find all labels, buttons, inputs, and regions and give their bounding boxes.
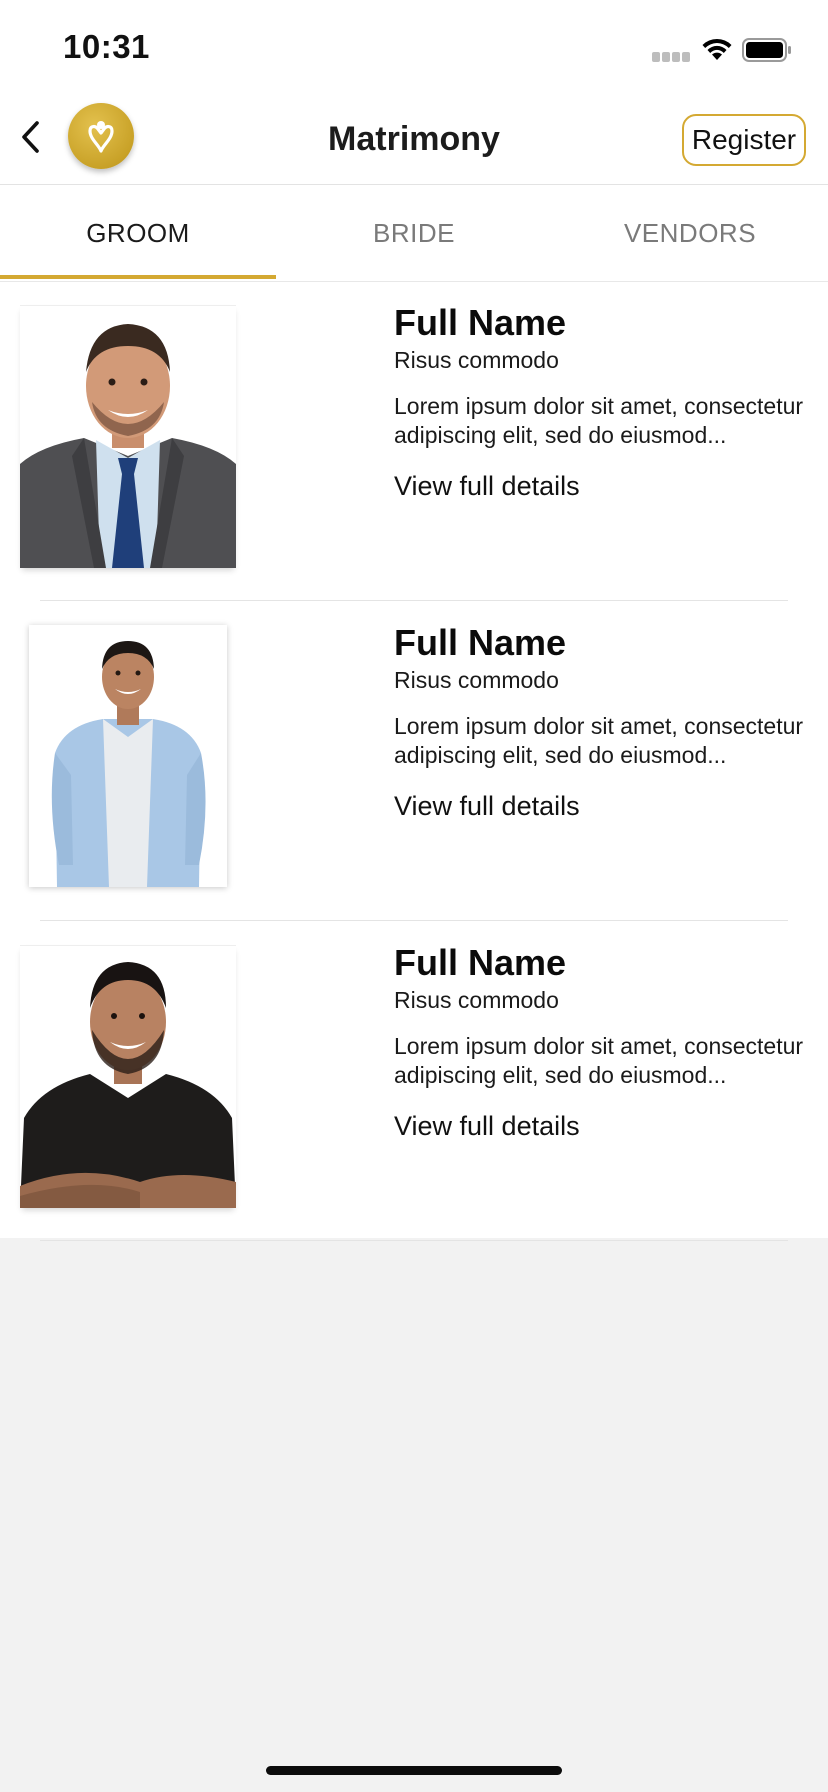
profile-photo[interactable] [29,625,227,887]
profile-card[interactable]: Full Name Risus commodo Lorem ipsum dolo… [0,281,828,601]
tab-bride[interactable]: BRIDE [276,185,552,281]
profile-description: Lorem ipsum dolor sit amet, consectetur … [394,713,804,768]
profile-card[interactable]: Full Name Risus commodo Lorem ipsum dolo… [0,601,828,921]
man-in-blue-shirt [29,625,227,887]
status-bar: 10:31 [0,0,828,92]
register-button[interactable]: Register [682,114,806,166]
profile-subtitle: Risus commodo [394,347,559,373]
profile-name: Full Name [394,622,567,663]
profile-description: Lorem ipsum dolor sit amet, consectetur … [394,1033,804,1088]
profile-card[interactable]: Full Name Risus commodo Lorem ipsum dolo… [0,921,828,1241]
profile-name: Full Name [394,942,567,983]
man-in-suit-and-tie [20,306,236,568]
profile-photo[interactable] [20,945,236,1208]
profile-name: Full Name [394,302,567,343]
wifi-icon [700,36,734,62]
profile-info: Full Name Risus commodo Lorem ipsum dolo… [394,621,804,823]
man-in-black-tshirt [20,946,236,1208]
tab-groom[interactable]: GROOM [0,185,276,281]
active-tab-indicator [0,275,276,279]
profile-subtitle: Risus commodo [394,667,559,693]
divider [40,1240,788,1241]
view-full-details-link[interactable]: View full details [394,469,580,503]
view-full-details-link[interactable]: View full details [394,1109,580,1143]
view-full-details-link[interactable]: View full details [394,789,580,823]
cellular-signal-icon [652,52,690,62]
profile-subtitle: Risus commodo [394,987,559,1013]
status-time: 10:31 [63,28,150,65]
home-indicator[interactable] [266,1766,562,1775]
profile-list: Full Name Risus commodo Lorem ipsum dolo… [0,281,828,1241]
profile-info: Full Name Risus commodo Lorem ipsum dolo… [394,301,804,503]
profile-photo[interactable] [20,305,236,568]
tab-vendors[interactable]: VENDORS [552,185,828,281]
profile-description: Lorem ipsum dolor sit amet, consectetur … [394,393,804,448]
navigation-bar: Matrimony Register [0,92,828,185]
battery-icon [742,38,792,62]
profile-info: Full Name Risus commodo Lorem ipsum dolo… [394,941,804,1143]
tab-bar: GROOM BRIDE VENDORS [0,185,828,282]
